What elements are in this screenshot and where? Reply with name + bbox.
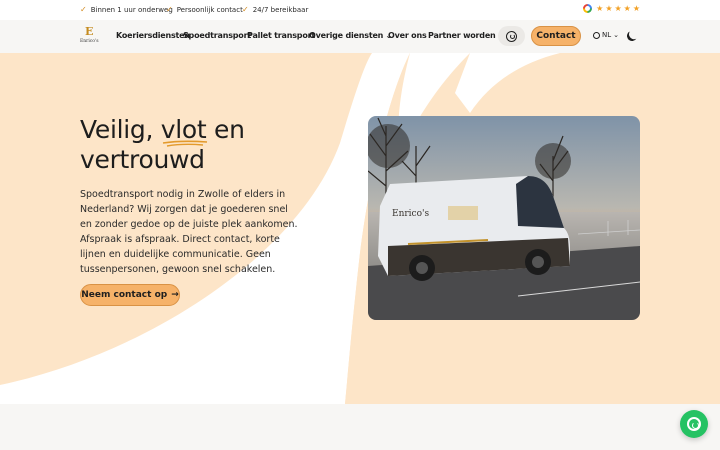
hero-title-highlight: vlot — [161, 115, 207, 147]
star-icon: ★ — [605, 4, 613, 13]
google-icon — [583, 4, 593, 13]
floating-whatsapp-button[interactable] — [680, 410, 708, 438]
star-icon: ★ — [614, 4, 622, 13]
next-section — [0, 404, 720, 450]
star-icon: ★ — [632, 4, 640, 13]
top-usp-bar: ✓ Binnen 1 uur onderweg ✓ Persoonlijk co… — [0, 0, 720, 20]
check-icon: ✓ — [166, 5, 173, 14]
contact-button[interactable]: Contact — [531, 26, 581, 46]
language-label: NL — [602, 31, 612, 39]
van-logo-text: Enrico's — [392, 209, 429, 219]
underline-swoosh — [162, 140, 207, 147]
hero-lead-text: Spoedtransport nodig in Zwolle of elders… — [80, 189, 298, 275]
check-icon: ✓ — [242, 5, 249, 14]
nav-spoedtransport[interactable]: Spoedtransport — [183, 31, 251, 40]
star-icon: ★ — [596, 4, 604, 13]
usp-text: Persoonlijk contact — [176, 5, 243, 14]
nav-over-ons[interactable]: Over ons — [388, 31, 427, 40]
language-selector[interactable]: NL ⌄ — [593, 31, 619, 39]
star-icon: ★ — [623, 4, 631, 13]
contact-cta-button[interactable]: Neem contact op → — [80, 284, 180, 306]
logo-text: Enrico's — [80, 39, 99, 44]
whatsapp-icon — [687, 417, 701, 431]
nav-partner-worden[interactable]: Partner worden — [428, 31, 496, 40]
whatsapp-button[interactable] — [498, 26, 525, 46]
usp-text: Binnen 1 uur onderweg — [90, 5, 173, 14]
nav-overige-diensten[interactable]: Overige diensten ⌄ — [309, 31, 393, 40]
check-icon: ✓ — [80, 5, 87, 14]
usp-item: ✓ Persoonlijk contact — [166, 5, 243, 14]
arrow-right-icon: → — [171, 290, 179, 300]
usp-item: ✓ 24/7 bereikbaar — [242, 5, 308, 14]
usp-item: ✓ Binnen 1 uur onderweg — [80, 5, 173, 14]
chevron-down-icon: ⌄ — [613, 31, 620, 39]
hero-title: Veilig, vlot en vertrouwd — [80, 115, 320, 175]
nav-koeriersdiensten[interactable]: Koeriersdiensten — [116, 31, 190, 40]
nav-label: Overige diensten — [309, 31, 384, 40]
site-logo[interactable]: E Enrico's — [80, 25, 102, 49]
usp-text: 24/7 bereikbaar — [252, 5, 309, 14]
hero-title-part: en — [206, 115, 245, 144]
logo-mark: E — [85, 25, 94, 38]
cta-label: Neem contact op — [81, 290, 168, 300]
nav-pallet-transport[interactable]: Pallet transport — [247, 31, 315, 40]
van-photo-illustration: Enrico's — [368, 116, 640, 320]
google-rating[interactable]: ★ ★ ★ ★ ★ — [583, 4, 640, 13]
globe-icon — [593, 31, 600, 39]
hero-title-line2: vertrouwd — [80, 145, 205, 174]
hero-photo: Enrico's — [368, 116, 640, 320]
hero-title-part: Veilig, — [80, 115, 161, 144]
whatsapp-icon — [506, 30, 517, 42]
